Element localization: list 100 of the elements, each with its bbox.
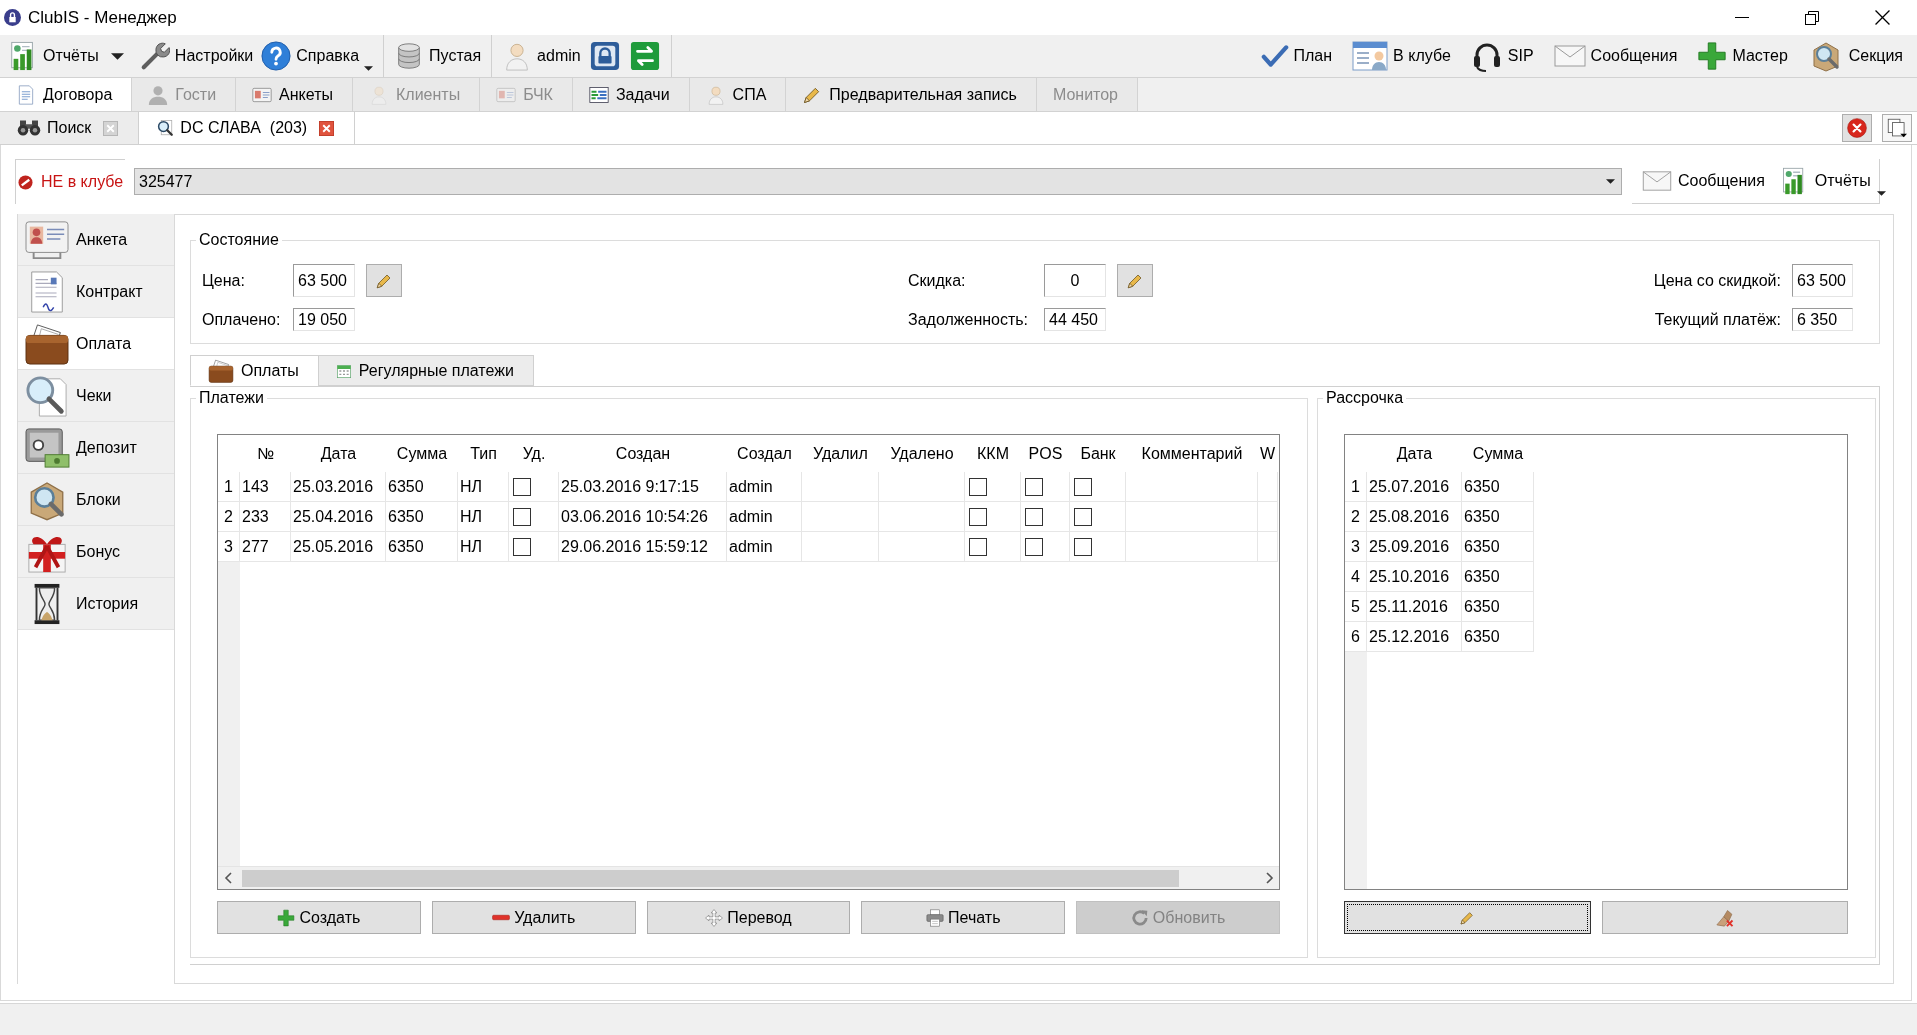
- table-cell: 25.09.2016: [1367, 532, 1462, 562]
- table-cell: 6350: [1462, 592, 1534, 622]
- sidebar-item[interactable]: Контракт: [18, 266, 174, 318]
- toolbar-button[interactable]: План: [1256, 38, 1337, 74]
- column-header[interactable]: ККМ: [965, 435, 1021, 472]
- table-cell: 277: [240, 532, 291, 562]
- toolbar-button[interactable]: Отчёты: [1776, 163, 1888, 199]
- sidebar-item[interactable]: Анкета: [18, 214, 174, 266]
- sidebar-item[interactable]: История: [18, 578, 174, 630]
- checkbox[interactable]: [513, 537, 531, 556]
- status-text: НЕ в клубе: [41, 173, 124, 191]
- checkbox[interactable]: [969, 477, 987, 496]
- column-header[interactable]: Дата: [1367, 435, 1462, 472]
- window-list-button[interactable]: [1882, 114, 1912, 142]
- table-cell: 6350: [1462, 532, 1534, 562]
- input-field[interactable]: 19 050: [293, 308, 355, 331]
- field-label: Цена со скидкой:: [1653, 271, 1781, 290]
- tab[interactable]: Регулярные платежи: [317, 355, 534, 386]
- table-cell: 25.12.2016: [1367, 622, 1462, 652]
- column-header[interactable]: Дата: [291, 435, 386, 472]
- column-header[interactable]: Создан: [559, 435, 727, 472]
- toolbar-button[interactable]: Секция: [1803, 38, 1907, 74]
- toolbar-button[interactable]: Пустая: [390, 38, 486, 74]
- action-button[interactable]: Перевод: [646, 901, 851, 934]
- checkbox[interactable]: [513, 477, 531, 496]
- table-cell: 6350: [1462, 562, 1534, 592]
- column-header[interactable]: Банк: [1070, 435, 1126, 472]
- column-header[interactable]: Сумма: [386, 435, 458, 472]
- sidebar-item[interactable]: Блоки: [18, 474, 174, 526]
- checkbox[interactable]: [1025, 537, 1043, 556]
- tab[interactable]: Задачи: [572, 78, 690, 111]
- table-cell: 25.07.2016: [1367, 472, 1462, 502]
- toolbar-button[interactable]: Настройки: [135, 38, 258, 74]
- caret-icon: [364, 66, 374, 71]
- tab[interactable]: Анкеты: [236, 78, 353, 111]
- edit-button[interactable]: [1344, 901, 1591, 934]
- tab[interactable]: Оплаты: [190, 355, 319, 386]
- field-label: Цена:: [202, 271, 245, 290]
- table-cell: 25.11.2016: [1367, 592, 1462, 622]
- sidebar-item[interactable]: Депозит: [18, 422, 174, 474]
- checkbox[interactable]: [1025, 477, 1043, 496]
- table-cell: 233: [240, 502, 291, 532]
- input-field[interactable]: 44 450: [1044, 308, 1106, 331]
- column-header[interactable]: Создал: [727, 435, 802, 472]
- column-header[interactable]: Уд.: [509, 435, 559, 472]
- column-header[interactable]: Сумма: [1462, 435, 1534, 472]
- column-header[interactable]: Комментарий: [1126, 435, 1258, 472]
- column-header[interactable]: Тип: [458, 435, 509, 472]
- table-cell: 03.06.2016 10:54:26: [559, 502, 727, 532]
- input-field[interactable]: 6 350: [1792, 308, 1853, 331]
- column-header[interactable]: Удалил: [802, 435, 879, 472]
- column-header[interactable]: POS: [1021, 435, 1070, 472]
- windows-icon: [1887, 118, 1907, 138]
- column-header[interactable]: W: [1258, 435, 1278, 472]
- action-button[interactable]: Печать: [861, 901, 1066, 934]
- checkbox[interactable]: [513, 507, 531, 526]
- tab[interactable]: СПА: [689, 78, 787, 111]
- checkbox[interactable]: [969, 507, 987, 526]
- toolbar-button[interactable]: Мастер: [1693, 38, 1792, 74]
- toolbar-button[interactable]: admin: [498, 38, 585, 74]
- action-button[interactable]: Удалить: [431, 901, 636, 934]
- toolbar-button[interactable]: Отчёты: [4, 38, 103, 74]
- checkbox[interactable]: [1074, 507, 1092, 526]
- table-cell: 25.10.2016: [1367, 562, 1462, 592]
- tab[interactable]: Предварительная запись: [786, 78, 1037, 111]
- action-button[interactable]: Создать: [217, 901, 421, 934]
- close-icon: [1847, 118, 1867, 138]
- table-cell: admin: [727, 532, 802, 562]
- checkbox[interactable]: [969, 537, 987, 556]
- toolbar-button[interactable]: В клубе: [1348, 38, 1455, 74]
- row-header: 2: [218, 502, 240, 532]
- move-arrows-icon: [705, 908, 724, 927]
- column-header[interactable]: №: [240, 435, 291, 472]
- input-field[interactable]: 63 500: [293, 264, 355, 297]
- group-title: Рассрочка: [1323, 388, 1407, 408]
- row-header: 1: [218, 472, 240, 502]
- toolbar-button[interactable]: Сообщения: [1549, 38, 1682, 74]
- refresh-icon: [1130, 908, 1149, 927]
- table-cell: НЛ: [458, 532, 509, 562]
- toolbar-button[interactable]: Справка: [257, 38, 378, 74]
- input-field[interactable]: 0: [1044, 264, 1106, 297]
- checkbox[interactable]: [1074, 477, 1092, 496]
- tab[interactable]: Поиск: [0, 112, 140, 144]
- checkbox[interactable]: [1025, 507, 1043, 526]
- close-button[interactable]: [1842, 114, 1872, 142]
- row-header: 1: [1345, 472, 1367, 502]
- horizontal-scrollbar[interactable]: [218, 866, 1279, 889]
- toolbar-button[interactable]: Сообщения: [1640, 163, 1767, 199]
- toolbar-button[interactable]: SIP: [1466, 38, 1538, 74]
- column-header[interactable]: Удалено: [879, 435, 965, 472]
- pencil-icon: [1459, 909, 1476, 926]
- input-field[interactable]: 63 500: [1792, 264, 1853, 297]
- calendar-icon: [335, 362, 352, 379]
- sidebar-item[interactable]: Бонус: [18, 526, 174, 578]
- tab[interactable]: Договора: [0, 78, 133, 111]
- checkbox[interactable]: [1074, 537, 1092, 556]
- combobox[interactable]: 325477: [134, 168, 1622, 195]
- row-header: 4: [1345, 562, 1367, 592]
- scrollbar-thumb[interactable]: [242, 869, 1179, 887]
- sidebar-item[interactable]: Чеки: [18, 370, 174, 422]
